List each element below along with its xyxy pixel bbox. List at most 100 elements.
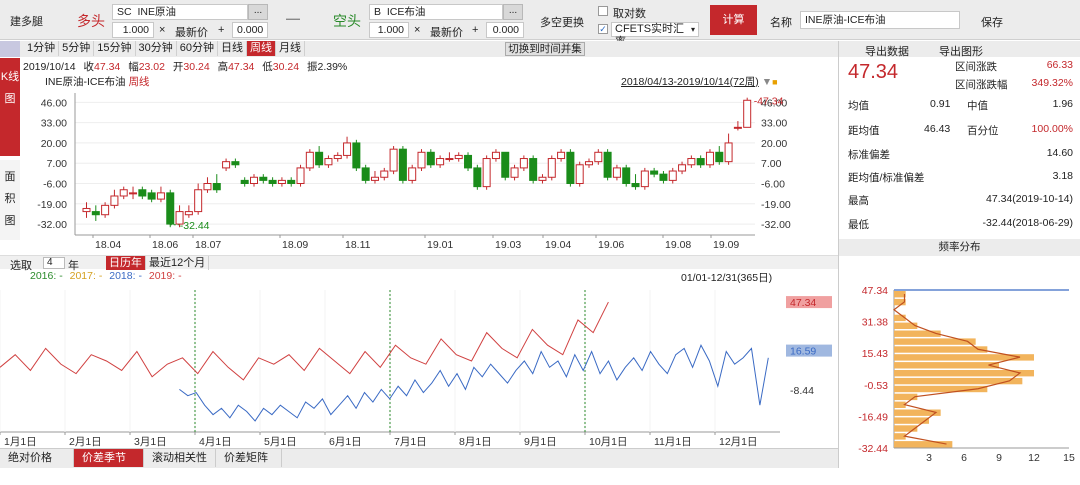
- leg2-more-button[interactable]: ...: [503, 4, 523, 20]
- leg1-more-button[interactable]: ...: [248, 4, 268, 20]
- save-button[interactable]: 保存: [981, 14, 1003, 30]
- freq-bar: [894, 322, 918, 329]
- leg2-offset-input[interactable]: 0.000: [486, 22, 524, 38]
- calendar-tabs: 日历年 最近12个月: [106, 256, 210, 270]
- candle-body: [575, 164, 584, 185]
- candle-body: [529, 158, 538, 181]
- leg1-price-label: 最新价: [175, 27, 208, 39]
- switch-union-button[interactable]: 切换到时间并集: [505, 42, 585, 56]
- freq-bar: [894, 441, 953, 448]
- leg2-qty-input[interactable]: 1.000: [369, 22, 409, 38]
- tab-calendar-1[interactable]: 最近12个月: [146, 256, 210, 270]
- bottom-tab-3[interactable]: 价差矩阵: [216, 449, 282, 467]
- candle-body: [194, 189, 203, 213]
- name-label: 名称: [770, 17, 792, 29]
- dist-value: 46.43: [924, 123, 951, 135]
- export-data-button[interactable]: 导出数据: [865, 43, 909, 59]
- export-bar: 导出数据 导出图形: [839, 41, 1080, 59]
- tab-period-0[interactable]: 1分钟: [24, 41, 60, 56]
- leg1-qty-input[interactable]: 1.000: [112, 22, 154, 38]
- candle-body: [687, 158, 696, 166]
- freq-bar: [894, 417, 929, 424]
- bottom-tab-2[interactable]: 滚动相关性: [144, 449, 216, 467]
- y-tick-left: 46.00: [41, 97, 67, 109]
- right-tick-last: 16.59: [790, 346, 816, 358]
- freq-x-label: 15: [1063, 452, 1075, 464]
- long-label: 多头: [77, 13, 105, 29]
- tab-period-2[interactable]: 15分钟: [94, 41, 136, 56]
- freq-bar: [894, 362, 999, 369]
- candle-body: [82, 207, 91, 213]
- freq-x-label: 6: [961, 452, 967, 464]
- fx-select[interactable]: CFETS实时汇率▾: [611, 22, 699, 48]
- log-label: 取对数: [613, 8, 646, 20]
- season-chart[interactable]: 1月1日 2月1日 3月1日 4月1日 5月1日 6月1日 7月1日 8月1日 9月1日 10月1…: [0, 282, 838, 448]
- swap-button[interactable]: 多空更换: [540, 14, 584, 30]
- open-value: 30.24: [183, 61, 210, 73]
- tab-period-5[interactable]: 日线: [218, 41, 247, 56]
- freq-title: 频率分布: [839, 239, 1080, 256]
- bottom-tab-1[interactable]: 价差季节图: [74, 449, 144, 482]
- select-label: 选取: [10, 260, 32, 272]
- candle-body: [305, 151, 314, 169]
- std-label: 标准偏差: [848, 149, 890, 161]
- name-input[interactable]: INE原油-ICE布油: [800, 11, 960, 29]
- x-tick-label: 19.08: [665, 239, 691, 251]
- leg1-symbol-input[interactable]: SC INE原油: [112, 4, 248, 20]
- bottom-tab-0[interactable]: 绝对价格: [0, 449, 74, 467]
- calculate-button[interactable]: 计算: [710, 5, 757, 35]
- candle-body: [277, 179, 286, 185]
- candle-body: [464, 154, 473, 169]
- freq-y-label: -16.49: [858, 411, 888, 423]
- candle-body: [557, 151, 566, 160]
- range-pct-label: 区间涨跌幅: [955, 79, 1008, 91]
- leg1-offset-input[interactable]: 0.000: [232, 22, 268, 38]
- plus-sign: +: [472, 24, 479, 36]
- fx-checkbox[interactable]: ✓: [598, 24, 608, 34]
- candle-body: [650, 170, 659, 175]
- range-chg-label: 区间涨跌: [955, 61, 997, 73]
- log-checkbox[interactable]: [598, 6, 608, 16]
- candle-body: [612, 167, 621, 178]
- export-chart-button[interactable]: 导出图形: [939, 43, 983, 59]
- amp-label: 振: [307, 61, 318, 73]
- month-label: 10月1日: [589, 436, 628, 448]
- season-legend: 2016: - 2017: - 2018: - 2019: -: [30, 270, 182, 282]
- series-2019: [0, 301, 609, 381]
- y-tick-right: -6.00: [761, 179, 785, 191]
- tab-area[interactable]: 面积图: [0, 160, 20, 240]
- candle-body: [361, 167, 370, 181]
- current-price: 47.34: [848, 61, 899, 83]
- y-tick-left: -19.00: [37, 199, 67, 211]
- kline-chart[interactable]: 46.00 46.0033.00 33.0020.00 20.007.00 7.00-6…: [20, 85, 838, 255]
- candle-body: [231, 161, 240, 166]
- freq-chart: 47.34 31.38 15.43 -0.53 -16.49 -32.44 3 6 9 12 15: [858, 285, 1075, 464]
- y-tick-left: 20.00: [41, 138, 67, 150]
- x-tick-label: 19.06: [598, 239, 624, 251]
- tab-period-6[interactable]: 周线: [247, 41, 276, 56]
- candle-body: [678, 164, 687, 172]
- year-count-input[interactable]: 4: [43, 257, 65, 269]
- tab-period-1[interactable]: 5分钟: [59, 41, 95, 56]
- x-tick-label: 18.04: [95, 239, 121, 251]
- pctl-value: 100.00%: [1031, 123, 1073, 135]
- tab-kline[interactable]: K线图: [0, 58, 20, 156]
- candle-body: [343, 142, 352, 156]
- candle-body: [129, 192, 138, 195]
- kline-date: 2019/10/14: [23, 61, 76, 73]
- plus-sign: +: [218, 24, 225, 36]
- tab-period-4[interactable]: 60分钟: [177, 41, 218, 56]
- candle-body: [147, 192, 156, 200]
- max-label: -47.34: [754, 95, 784, 107]
- min-label: 最低: [848, 219, 869, 231]
- candle-body: [501, 151, 510, 178]
- median-value: 1.96: [1052, 98, 1073, 110]
- tab-period-7[interactable]: 月线: [276, 41, 305, 56]
- tab-calendar-0[interactable]: 日历年: [106, 256, 146, 270]
- ratio-value: 3.18: [1052, 170, 1073, 182]
- month-label: 1月1日: [4, 436, 37, 448]
- build-leg-button[interactable]: 建多腿: [10, 13, 43, 29]
- leg2-symbol-input[interactable]: B ICE布油: [369, 4, 503, 20]
- tab-period-3[interactable]: 30分钟: [136, 41, 177, 56]
- month-label: 4月1日: [199, 436, 232, 448]
